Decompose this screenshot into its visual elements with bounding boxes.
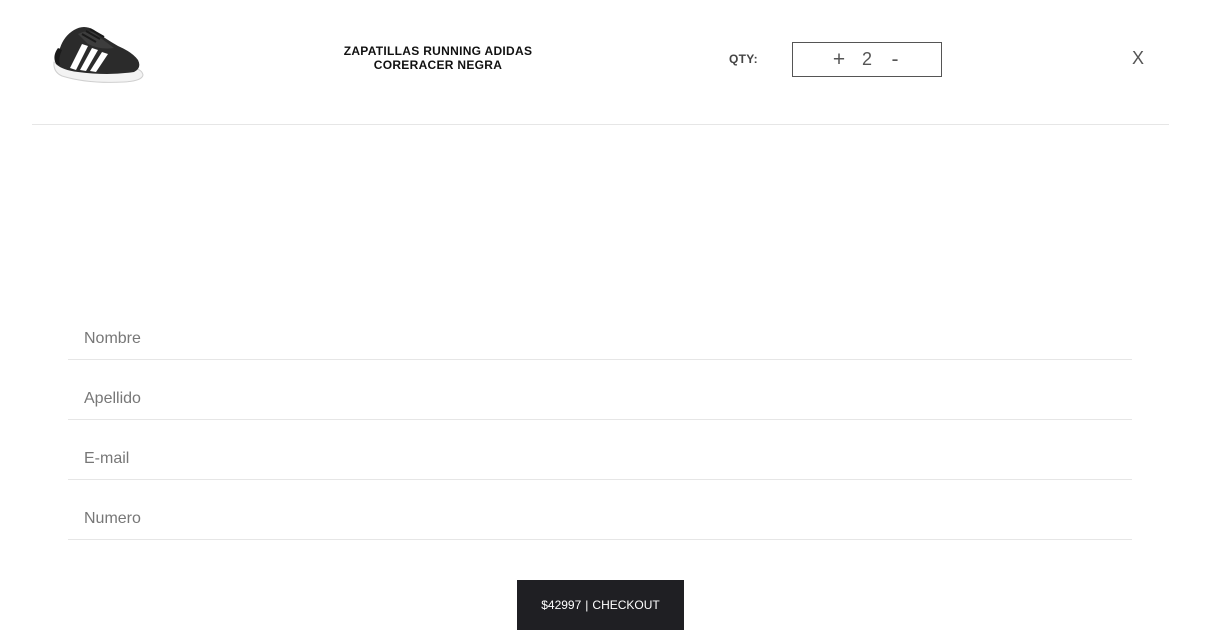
phone-field[interactable] (68, 480, 1132, 540)
qty-value: 2 (861, 49, 872, 69)
checkout-separator: | (585, 598, 589, 612)
first-name-field[interactable] (68, 300, 1132, 360)
qty-increment-button[interactable]: + (826, 49, 852, 70)
cart-item-row: ZAPATILLAS RUNNING ADIDAS CORERACER NEGR… (32, 0, 1169, 125)
qty-label: QTY: (729, 52, 758, 66)
checkout-total: $42997 (541, 598, 582, 612)
product-title-line-2: CORERACER NEGRA (373, 58, 503, 72)
remove-item-button[interactable]: X (1128, 47, 1148, 69)
checkout-label: CHECKOUT (592, 598, 660, 612)
quantity-stepper: + 2 - (792, 42, 942, 77)
qty-decrement-button[interactable]: - (882, 49, 908, 70)
product-image (53, 27, 144, 83)
checkout-form (68, 300, 1132, 540)
email-field[interactable] (68, 420, 1132, 480)
checkout-button[interactable]: $42997 | CHECKOUT (517, 580, 684, 630)
product-title: ZAPATILLAS RUNNING ADIDAS CORERACER NEGR… (332, 44, 544, 72)
product-title-line-1: ZAPATILLAS RUNNING ADIDAS (343, 44, 533, 58)
last-name-field[interactable] (68, 360, 1132, 420)
